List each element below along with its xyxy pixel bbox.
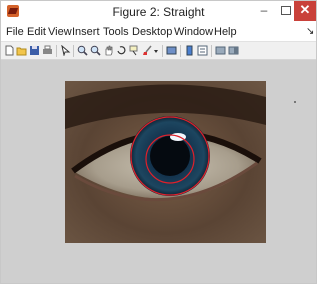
title-bar[interactable]: Figure 2: Straight – ✕: [1, 1, 316, 23]
toolbar-separator: [180, 45, 181, 57]
hide-plot-tools-icon[interactable]: [215, 45, 226, 56]
menu-help[interactable]: Help: [214, 26, 237, 38]
figure-toolbar: [1, 42, 316, 60]
zoom-in-icon[interactable]: [77, 45, 88, 56]
pupil: [150, 136, 190, 176]
toolbar-separator: [73, 45, 74, 57]
save-figure-icon[interactable]: [29, 45, 40, 56]
menu-bar: File Edit View Insert Tools Desktop Wind…: [1, 23, 316, 42]
minimize-button[interactable]: –: [253, 1, 275, 21]
edit-plot-icon[interactable]: [60, 45, 71, 56]
close-button[interactable]: ✕: [294, 1, 316, 21]
show-plot-tools-icon[interactable]: [228, 45, 239, 56]
legend-icon[interactable]: [197, 45, 208, 56]
data-cursor-icon[interactable]: [129, 45, 140, 56]
maximize-icon: [281, 6, 291, 15]
colorbar-icon[interactable]: [184, 45, 195, 56]
open-file-icon[interactable]: [16, 45, 27, 56]
brush-dropdown-icon[interactable]: [153, 45, 159, 56]
brush-icon[interactable]: [142, 45, 153, 56]
print-figure-icon[interactable]: [42, 45, 53, 56]
figure-window: Figure 2: Straight – ✕ File Edit View In…: [0, 0, 317, 284]
toolbar-separator: [211, 45, 212, 57]
menu-window[interactable]: Window: [174, 26, 213, 38]
toolbar-separator: [56, 45, 57, 57]
menu-view[interactable]: View: [48, 26, 72, 38]
toolbar-separator: [162, 45, 163, 57]
rotate-3d-icon[interactable]: [116, 45, 127, 56]
menu-desktop[interactable]: Desktop: [132, 26, 172, 38]
menu-insert[interactable]: Insert: [72, 26, 100, 38]
stray-pixel: [294, 101, 296, 103]
new-figure-icon[interactable]: [4, 45, 15, 56]
menu-tools[interactable]: Tools: [103, 26, 129, 38]
link-plot-icon[interactable]: [166, 45, 177, 56]
menu-file[interactable]: File: [6, 26, 24, 38]
eye-image-axes[interactable]: [65, 81, 266, 243]
zoom-out-icon[interactable]: [90, 45, 101, 56]
menu-edit[interactable]: Edit: [27, 26, 46, 38]
dock-figure-icon[interactable]: ↘: [306, 26, 314, 37]
pan-icon[interactable]: [103, 45, 114, 56]
